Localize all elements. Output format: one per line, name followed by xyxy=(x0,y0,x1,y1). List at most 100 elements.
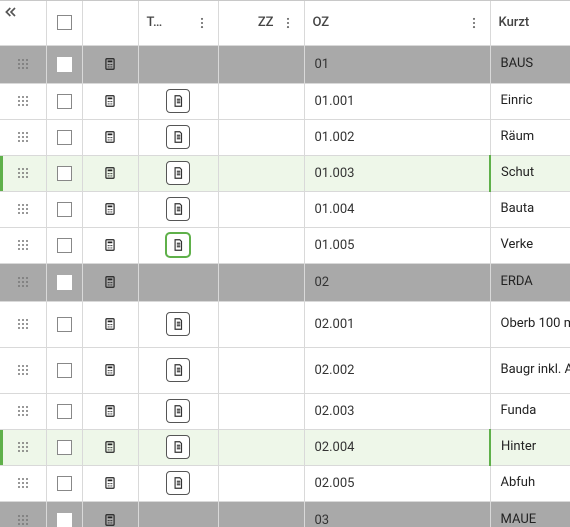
drag-handle-icon[interactable] xyxy=(17,318,29,330)
calculator-icon[interactable] xyxy=(103,201,117,217)
calculator-icon[interactable] xyxy=(103,512,117,527)
kurztext-value: Oberb 100 m xyxy=(501,316,570,332)
row-checkbox[interactable] xyxy=(57,130,72,145)
row-checkbox[interactable] xyxy=(57,404,72,419)
drag-handle-icon[interactable] xyxy=(17,477,29,489)
oz-value: 01.001 xyxy=(315,94,355,109)
table-row[interactable]: 01.003 Schut xyxy=(0,155,570,191)
table-row[interactable]: 02.002 Baugr inkl. A xyxy=(0,347,570,393)
table-row[interactable]: 02.001 Oberb 100 m xyxy=(0,301,570,347)
table-row[interactable]: 02.004Hinter xyxy=(0,429,570,465)
row-checkbox[interactable] xyxy=(57,513,72,527)
row-checkbox[interactable] xyxy=(57,202,72,217)
column-zz[interactable]: ZZ xyxy=(218,1,304,45)
longtext-icon[interactable] xyxy=(166,358,190,382)
row-checkbox[interactable] xyxy=(57,363,72,378)
table-row[interactable]: 01.005 Verke xyxy=(0,227,570,263)
table-group-row[interactable]: 02ERDA xyxy=(0,263,570,301)
table-row[interactable]: 02.005 Abfuh xyxy=(0,465,570,501)
row-checkbox[interactable] xyxy=(57,476,72,491)
longtext-icon[interactable] xyxy=(166,89,190,113)
calculator-icon[interactable] xyxy=(103,274,117,290)
oz-value: 01.005 xyxy=(315,238,355,253)
longtext-icon[interactable] xyxy=(166,471,190,495)
row-checkbox[interactable] xyxy=(57,440,72,455)
table-row[interactable]: 01.004 Bauta xyxy=(0,191,570,227)
column-oz-menu[interactable] xyxy=(466,15,482,31)
drag-handle-icon[interactable] xyxy=(17,58,29,70)
drag-handle-icon[interactable] xyxy=(17,514,29,526)
oz-value: 01.004 xyxy=(315,202,355,217)
column-kurztext-label: Kurzt xyxy=(499,15,530,30)
column-oz[interactable]: OZ xyxy=(304,1,490,45)
kurztext-value: Baugr inkl. A xyxy=(501,362,570,378)
collapse-panel-button[interactable] xyxy=(2,3,20,21)
kurztext-value: MAUE xyxy=(501,512,537,527)
row-checkbox[interactable] xyxy=(57,317,72,332)
drag-handle-icon[interactable] xyxy=(17,131,29,143)
kurztext-value: Schut xyxy=(501,165,534,181)
drag-handle-icon[interactable] xyxy=(17,203,29,215)
column-zz-menu[interactable] xyxy=(280,15,296,31)
longtext-icon[interactable] xyxy=(166,312,190,336)
table-row[interactable]: 01.001Einric xyxy=(0,83,570,119)
select-all-checkbox[interactable] xyxy=(57,15,72,30)
drag-handle-icon[interactable] xyxy=(17,167,29,179)
row-checkbox[interactable] xyxy=(57,238,72,253)
kurztext-value: Hinter xyxy=(501,439,536,455)
row-checkbox[interactable] xyxy=(57,94,72,109)
kurztext-value: Abfuh xyxy=(501,475,536,491)
calculator-icon[interactable] xyxy=(103,237,117,253)
column-zz-label: ZZ xyxy=(258,15,274,30)
table-row[interactable]: 01.002 Räum xyxy=(0,119,570,155)
column-select-all xyxy=(46,1,82,45)
drag-handle-icon[interactable] xyxy=(17,276,29,288)
calculator-icon[interactable] xyxy=(103,129,117,145)
table-row[interactable]: 02.003 Funda xyxy=(0,393,570,429)
oz-value: 02.002 xyxy=(315,363,355,378)
drag-handle-icon[interactable] xyxy=(17,441,29,453)
table-group-row[interactable]: 01 BAUS xyxy=(0,45,570,83)
table-group-row[interactable]: 03 MAUE xyxy=(0,501,570,527)
calculator-icon[interactable] xyxy=(103,93,117,109)
kurztext-value: Funda xyxy=(501,403,537,419)
calculator-icon[interactable] xyxy=(103,403,117,419)
drag-handle-icon[interactable] xyxy=(17,95,29,107)
kurztext-value: Bauta xyxy=(501,201,535,217)
drag-handle-icon[interactable] xyxy=(17,239,29,251)
kurztext-value: Räum xyxy=(501,129,535,145)
column-t-menu[interactable] xyxy=(194,15,210,31)
oz-value: 01.003 xyxy=(315,166,355,181)
oz-value: 01 xyxy=(315,57,330,72)
oz-value: 02 xyxy=(315,275,330,290)
kurztext-value: BAUS xyxy=(501,56,534,72)
drag-handle-icon[interactable] xyxy=(17,364,29,376)
row-checkbox[interactable] xyxy=(57,166,72,181)
oz-value: 02.003 xyxy=(315,404,355,419)
longtext-icon[interactable] xyxy=(166,161,190,185)
calculator-icon[interactable] xyxy=(103,439,117,455)
calculator-icon[interactable] xyxy=(103,362,117,378)
drag-handle-icon[interactable] xyxy=(17,405,29,417)
column-calc xyxy=(82,1,138,45)
calculator-icon[interactable] xyxy=(103,56,117,72)
oz-value: 02.005 xyxy=(315,476,355,491)
longtext-icon[interactable] xyxy=(166,125,190,149)
row-checkbox[interactable] xyxy=(57,57,72,72)
longtext-icon[interactable] xyxy=(166,233,190,257)
oz-value: 01.002 xyxy=(315,130,355,145)
column-t[interactable]: T… xyxy=(138,1,218,45)
column-kurztext[interactable]: Kurzt xyxy=(490,1,570,45)
column-oz-label: OZ xyxy=(313,15,330,30)
calculator-icon[interactable] xyxy=(103,475,117,491)
longtext-icon[interactable] xyxy=(166,435,190,459)
row-checkbox[interactable] xyxy=(57,275,72,290)
longtext-icon[interactable] xyxy=(166,197,190,221)
longtext-icon[interactable] xyxy=(166,399,190,423)
kurztext-value: Verke xyxy=(501,237,534,253)
positions-table: T… ZZ OZ xyxy=(0,1,570,527)
calculator-icon[interactable] xyxy=(103,316,117,332)
oz-value: 02.001 xyxy=(315,317,355,332)
calculator-icon[interactable] xyxy=(103,165,117,181)
oz-value: 03 xyxy=(315,513,330,527)
